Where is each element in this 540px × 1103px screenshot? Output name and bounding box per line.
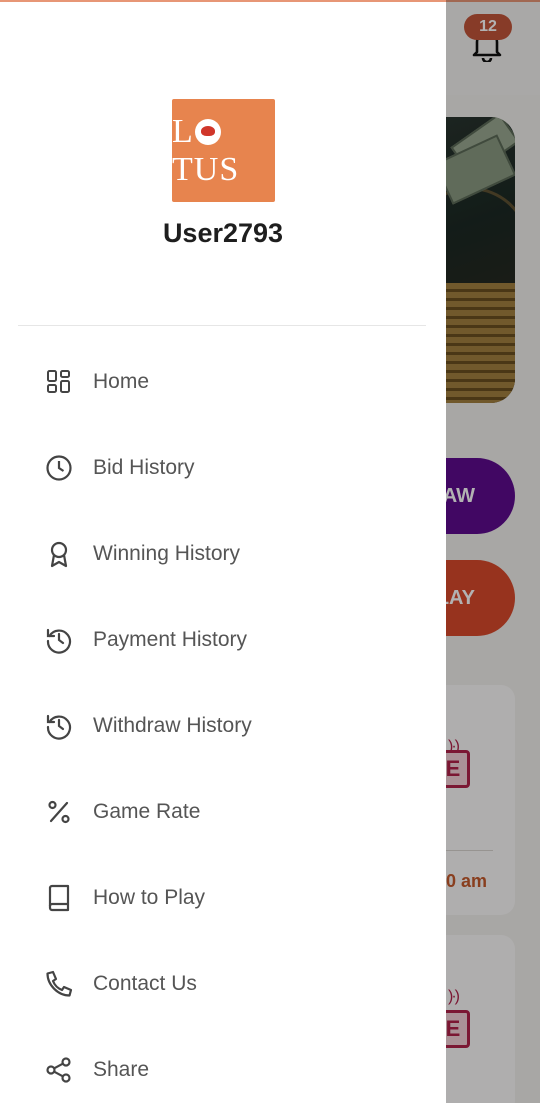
share-icon <box>45 1056 73 1084</box>
divider <box>18 325 426 326</box>
lotus-icon <box>194 118 221 145</box>
menu-item-game-rate[interactable]: Game Rate <box>0 769 446 855</box>
menu-item-home[interactable]: Home <box>0 339 446 425</box>
percent-icon <box>45 798 73 826</box>
app-logo: LTUS <box>172 99 275 202</box>
clock-icon <box>45 454 73 482</box>
phone-icon <box>45 970 73 998</box>
menu-item-share[interactable]: Share <box>0 1027 446 1103</box>
menu-label: Bid History <box>93 456 195 479</box>
award-icon <box>45 540 73 568</box>
username: User2793 <box>162 218 284 248</box>
menu-label: Winning History <box>93 542 241 565</box>
menu-label: Share <box>93 1058 150 1081</box>
menu-item-payment-history[interactable]: Payment History <box>0 597 446 683</box>
menu-label: Withdraw History <box>93 714 252 737</box>
menu-item-contact-us[interactable]: Contact Us <box>0 941 446 1027</box>
menu-label: Payment History <box>93 628 248 651</box>
menu-item-winning-history[interactable]: Winning History <box>0 511 446 597</box>
menu-label: Contact Us <box>93 972 197 995</box>
menu-label: Game Rate <box>93 800 201 823</box>
menu-label: Home <box>93 370 150 393</box>
menu-item-how-to-play[interactable]: How to Play <box>0 855 446 941</box>
menu-label: How to Play <box>93 886 206 909</box>
menu-item-withdraw-history[interactable]: Withdraw History <box>0 683 446 769</box>
menu-item-bid-history[interactable]: Bid History <box>0 425 446 511</box>
navigation-drawer: LTUS User2793 Home Bid History Winning H… <box>0 0 446 1103</box>
grid-icon <box>45 368 73 396</box>
book-icon <box>45 884 73 912</box>
history-icon <box>45 626 73 654</box>
history-icon <box>45 712 73 740</box>
